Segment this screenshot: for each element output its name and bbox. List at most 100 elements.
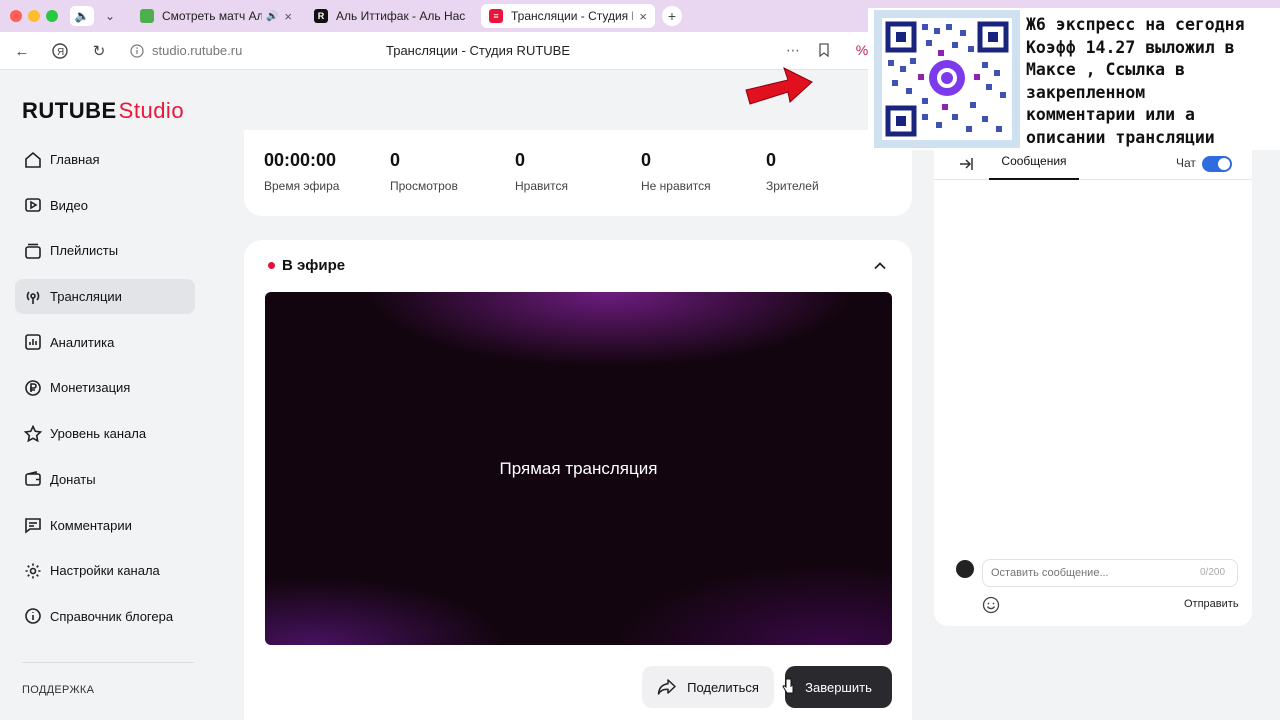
share-label: Поделиться [687, 679, 759, 695]
stat-value: 0 [766, 150, 777, 170]
send-button[interactable]: Отправить [1184, 598, 1239, 610]
address-actions: ⋯ % [786, 42, 868, 59]
sidebar-item-channel-level[interactable]: Уровень канала [15, 416, 195, 451]
sidebar-item-monetization[interactable]: Монетизация [15, 370, 195, 405]
hand-cursor-icon [782, 678, 794, 694]
discount-icon[interactable]: % [856, 42, 868, 58]
red-arrow-icon [745, 67, 813, 105]
live-card: В эфире Прямая трансляция Поделиться Зав… [244, 240, 912, 720]
live-header: В эфире [268, 257, 345, 274]
stat-label: Время эфира [264, 179, 340, 193]
new-tab-button[interactable]: + [662, 6, 682, 26]
message-counter: 0/200 [1200, 567, 1226, 578]
stat-label: Нравится [515, 179, 568, 193]
site-info-icon[interactable] [130, 44, 144, 58]
chat-toggle-label: Чат [1176, 156, 1196, 170]
analytics-icon [23, 332, 43, 352]
stat-label: Не нравится [641, 179, 711, 193]
sidebar-item-label: Настройки канала [50, 563, 160, 579]
sidebar-item-broadcasts[interactable]: Трансляции [15, 279, 195, 315]
chat-toggle[interactable] [1202, 156, 1232, 172]
chevron-down-icon[interactable]: ⌄ [98, 6, 122, 26]
browser-tab-2[interactable]: R Аль Иттифак - Аль Наср Р [306, 4, 474, 28]
bookmark-icon[interactable] [818, 42, 834, 58]
sidebar-item-donations[interactable]: Донаты [15, 462, 195, 497]
sidebar-item-label: Монетизация [50, 380, 131, 396]
stat-value: 0 [390, 150, 401, 170]
url-text[interactable]: studio.rutube.ru [152, 43, 242, 58]
home-icon [23, 150, 43, 170]
emoji-icon[interactable] [982, 596, 1000, 614]
promo-line: Ж6 экспресс на сегодня [1026, 15, 1245, 34]
browser-tab-3[interactable]: ≡ Трансляции - Студия R × [481, 4, 655, 28]
stat-views: 0 Просмотров [390, 150, 458, 193]
stat-likes: 0 Нравится [515, 150, 568, 193]
sidebar-item-blogger-guide[interactable]: Справочник блогера [15, 599, 195, 634]
share-icon [657, 679, 676, 695]
window-minimize-button[interactable] [28, 10, 40, 22]
qr-code-icon [882, 18, 1012, 140]
promo-overlay: Ж6 экспресс на сегодня Коэфф 14.27 вылож… [868, 8, 1280, 150]
logo-brand: RUTUBE [22, 98, 117, 123]
support-section-label: ПОДДЕРЖКА [22, 684, 95, 696]
sidebar-item-video[interactable]: Видео [15, 188, 195, 223]
stat-value: 0 [515, 150, 526, 170]
collapse-chat-icon[interactable] [958, 156, 974, 172]
tab-messages[interactable]: Сообщения [989, 154, 1079, 180]
back-arrow-icon[interactable]: ← [10, 40, 34, 62]
close-icon[interactable]: × [278, 9, 292, 24]
stat-dislikes: 0 Не нравится [641, 150, 711, 193]
sidebar-item-playlists[interactable]: Плейлисты [15, 233, 195, 268]
share-button[interactable]: Поделиться [642, 666, 774, 708]
video-player[interactable]: Прямая трансляция [265, 292, 892, 645]
window-maximize-button[interactable] [46, 10, 58, 22]
broadcast-icon [23, 287, 43, 307]
stat-air-time: 00:00:00 Время эфира [264, 150, 339, 193]
tab-favicon-icon: ≡ [489, 9, 503, 23]
tab-label: Трансляции - Студия R [511, 9, 634, 23]
promo-line: Максе , Ссылка в [1026, 60, 1185, 79]
player-placeholder-text: Прямая трансляция [499, 458, 658, 478]
promo-line: Коэфф 14.27 выложил в [1026, 37, 1235, 57]
more-icon[interactable]: ⋯ [786, 42, 800, 58]
sidebar-item-label: Плейлисты [50, 243, 119, 259]
rutube-studio-logo[interactable]: RUTUBEStudio [22, 98, 184, 124]
chevron-up-icon[interactable] [872, 258, 888, 274]
speaker-icon[interactable]: 🔈 [70, 6, 94, 26]
close-icon[interactable]: × [633, 9, 647, 24]
promo-text: Ж6 экспресс на сегодня Коэфф 14.27 вылож… [1026, 14, 1245, 149]
sidebar-item-label: Справочник блогера [50, 608, 174, 624]
svg-text:Я: Я [57, 47, 64, 58]
tab-favicon-icon [140, 9, 154, 23]
speaker-icon: 🔊 [265, 10, 279, 22]
tab-label: Смотреть матч Аль [162, 9, 262, 23]
window-close-button[interactable] [10, 10, 22, 22]
stat-value: 00:00:00 [264, 150, 337, 170]
chat-tabs: Сообщения Чат [934, 150, 1252, 180]
sidebar-item-home[interactable]: Главная [15, 142, 195, 177]
stat-value: 0 [641, 150, 652, 170]
wallet-icon [23, 469, 43, 489]
sidebar-item-comments[interactable]: Комментарии [15, 508, 195, 543]
sidebar-item-channel-settings[interactable]: Настройки канала [15, 553, 195, 588]
info-icon [23, 606, 43, 626]
yandex-icon[interactable]: Я [48, 40, 72, 62]
star-icon [23, 424, 43, 444]
sidebar: Главная Видео Плейлисты Трансляции Анали… [15, 142, 195, 645]
logo-product: Studio [118, 98, 185, 123]
sidebar-item-label: Аналитика [50, 334, 115, 350]
stat-label: Зрителей [766, 179, 819, 193]
sidebar-item-label: Донаты [50, 471, 96, 487]
gear-icon [23, 561, 43, 581]
sidebar-item-label: Трансляции [50, 289, 122, 305]
stats-card: 00:00:00 Время эфира 0 Просмотров 0 Нрав… [244, 130, 912, 216]
sidebar-item-label: Главная [50, 152, 100, 167]
tab-favicon-icon: R [314, 9, 328, 23]
browser-tab-1[interactable]: Смотреть матч Аль 🔊 × [132, 4, 300, 28]
end-stream-button[interactable]: Завершить [785, 666, 892, 708]
end-label: Завершить [805, 679, 872, 695]
promo-line: комментарии или а [1026, 105, 1195, 124]
sidebar-item-label: Комментарии [50, 517, 132, 533]
sidebar-item-analytics[interactable]: Аналитика [15, 325, 195, 360]
reload-icon[interactable]: ↻ [87, 40, 111, 62]
